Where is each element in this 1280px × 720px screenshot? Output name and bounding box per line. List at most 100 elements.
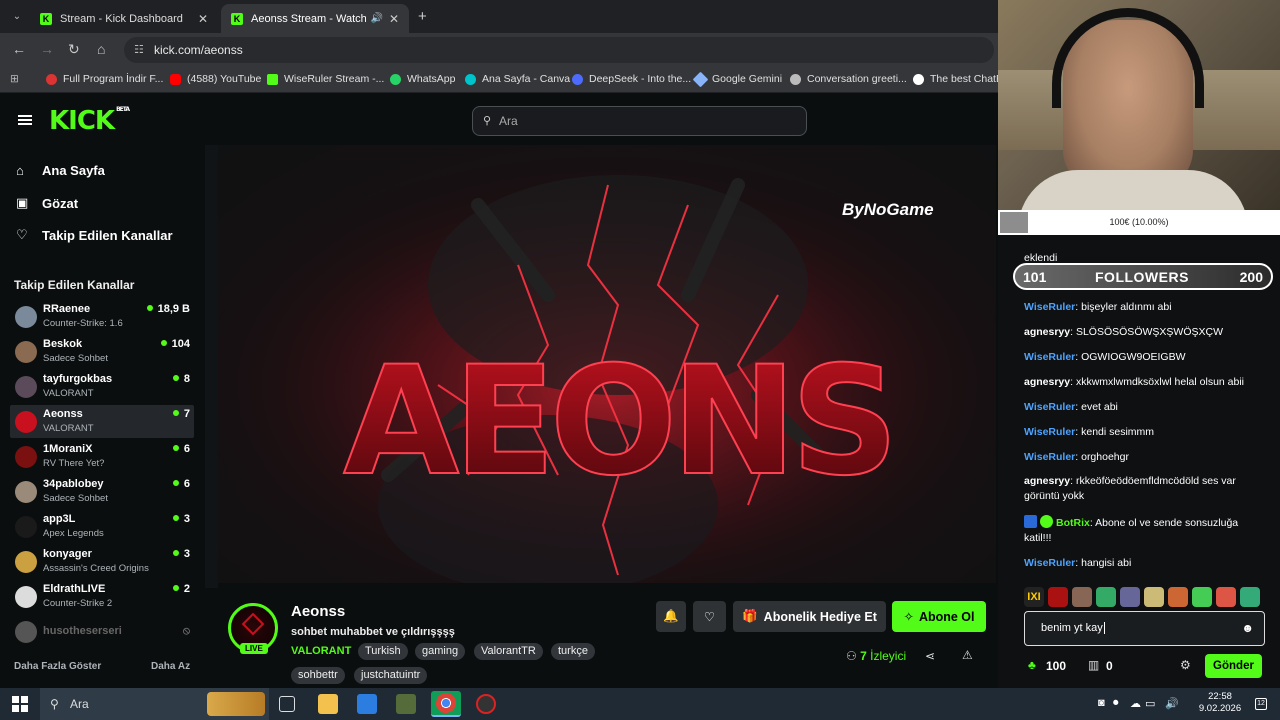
bookmark-item[interactable]: WiseRuler Stream -... [267, 73, 384, 85]
back-icon[interactable]: ← [12, 41, 26, 57]
url-bar[interactable]: ☷ kick.com/aeonss [124, 37, 994, 63]
emoji-icon[interactable]: ☻ [1241, 612, 1254, 645]
task-view-icon[interactable] [279, 696, 295, 712]
emote-icon[interactable] [1048, 587, 1068, 607]
emote-icon[interactable] [1240, 587, 1260, 607]
tab-aeonss-stream[interactable]: K Aeonss Stream - Watch Live 🔊 ✕ [221, 4, 409, 33]
follow-button[interactable]: ♡ [693, 601, 726, 632]
channel-item[interactable]: husotheserseri ⦸ [10, 615, 194, 648]
chat-username[interactable]: WiseRuler [1024, 557, 1075, 569]
forward-icon[interactable]: → [40, 41, 54, 57]
apps-icon[interactable]: ⊞ [10, 73, 19, 85]
chat-message-input[interactable]: benim yt kay ☻ [1024, 611, 1265, 646]
emote-icon[interactable]: IXI [1024, 587, 1044, 607]
chat-username[interactable]: WiseRuler [1024, 401, 1075, 413]
channel-item[interactable]: tayfurgokbas VALORANT 8 [10, 370, 194, 403]
bookmark-item[interactable]: Conversation greeti... [790, 73, 907, 85]
speaker-icon[interactable]: 🔊 [370, 13, 382, 24]
gift-subscription-button[interactable]: 🎁 Abonelik Hediye Et [733, 601, 886, 632]
channel-item[interactable]: Aeonss VALORANT 7 [10, 405, 194, 438]
emote-icon[interactable] [1168, 587, 1188, 607]
live-dot-icon [146, 305, 153, 311]
subscribe-button[interactable]: ✧ Abone Ol [892, 601, 986, 632]
report-icon[interactable]: ⚠ [962, 648, 973, 662]
bookmark-item[interactable]: WhatsApp [390, 73, 455, 85]
chat-username[interactable]: WiseRuler [1024, 451, 1075, 463]
channel-viewers: 18,9 B [146, 303, 190, 315]
live-dot-icon [172, 585, 179, 591]
drops-icon[interactable]: ▥ [1088, 658, 1099, 672]
tag-chip[interactable]: Turkish [358, 643, 408, 660]
channel-item[interactable]: 34pablobey Sadece Sohbet 6 [10, 475, 194, 508]
settings-gear-icon[interactable]: ⚙ [1180, 658, 1191, 672]
channel-item[interactable]: app3L Apex Legends 3 [10, 510, 194, 543]
tab-kick-dashboard[interactable]: K Stream - Kick Dashboard ✕ [30, 4, 218, 33]
tag-chip[interactable]: turkçe [551, 643, 595, 660]
share-icon[interactable]: ⋖ [925, 649, 935, 663]
nav-browse[interactable]: ▣ Gözat [16, 195, 78, 211]
close-tab-icon[interactable]: ✕ [198, 12, 208, 26]
chat-username[interactable]: agnesryy [1024, 376, 1070, 388]
site-info-icon[interactable]: ☷ [134, 37, 144, 63]
emote-icon[interactable] [1096, 587, 1116, 607]
channel-item[interactable]: EldrathLIVE Counter-Strike 2 2 [10, 580, 194, 613]
show-less-link[interactable]: Daha Az [151, 661, 190, 672]
channel-item[interactable]: Beskok Sadece Sohbet 104 [10, 335, 194, 368]
send-button[interactable]: Gönder [1205, 654, 1262, 678]
windows-start-icon[interactable] [12, 696, 28, 712]
tab-search-button[interactable]: ⌄ [8, 8, 26, 26]
notification-center-icon[interactable]: 12 [1255, 698, 1267, 710]
chat-username[interactable]: WiseRuler [1024, 351, 1075, 363]
onedrive-icon[interactable]: ☁ [1130, 697, 1141, 710]
tag-chip[interactable]: justchatuintr [354, 667, 428, 684]
search-input[interactable]: ⚲ Ara [472, 106, 807, 136]
volume-icon[interactable]: 🔊 [1165, 697, 1179, 710]
tag-chip[interactable]: gaming [415, 643, 466, 660]
chat-username[interactable]: WiseRuler [1024, 301, 1075, 313]
bookmark-item[interactable]: (4588) YouTube [170, 73, 261, 85]
streamer-name[interactable]: Aeonss [291, 603, 345, 620]
reload-icon[interactable]: ↻ [68, 41, 80, 58]
emote-icon[interactable] [1144, 587, 1164, 607]
emote-icon[interactable] [1072, 587, 1092, 607]
chrome-icon[interactable] [431, 691, 461, 717]
new-tab-button[interactable]: + [418, 8, 427, 25]
network-icon[interactable]: ▭ [1145, 697, 1155, 710]
clock[interactable]: 22:58 9.02.2026 [1195, 691, 1245, 715]
chat-username[interactable]: BotRix [1056, 517, 1090, 529]
bookmark-item[interactable]: Full Program İndir F... [46, 73, 163, 85]
app-icon[interactable] [396, 694, 416, 714]
close-tab-icon[interactable]: ✕ [389, 12, 399, 26]
emote-icon[interactable] [1120, 587, 1140, 607]
stream-category[interactable]: VALORANT [291, 645, 351, 657]
microphone-icon[interactable]: ⏺ [1113, 697, 1119, 710]
chat-username[interactable]: WiseRuler [1024, 426, 1075, 438]
emote-icon[interactable] [1192, 587, 1212, 607]
channel-name: Aeonss [43, 408, 83, 420]
points-icon[interactable]: ♣ [1028, 658, 1036, 672]
emote-icon[interactable] [1216, 587, 1236, 607]
tag-chip[interactable]: ValorantTR [474, 643, 543, 660]
bookmark-item[interactable]: The best ChatBo [913, 73, 998, 85]
taskbar-search[interactable]: ⚲ Ara [40, 688, 269, 720]
show-more-link[interactable]: Daha Fazla Göster [14, 661, 101, 672]
obs-icon[interactable] [476, 694, 496, 714]
channel-item[interactable]: konyager Assassin's Creed Origins 3 [10, 545, 194, 578]
bookmark-item[interactable]: Google Gemini [692, 71, 782, 87]
chat-username[interactable]: agnesryy [1024, 326, 1070, 338]
bookmark-item[interactable]: DeepSeek - Into the... [572, 73, 691, 85]
bookmark-item[interactable]: Ana Sayfa - Canva [465, 73, 570, 85]
nav-following[interactable]: ♡ Takip Edilen Kanallar [16, 227, 173, 243]
home-icon[interactable]: ⌂ [97, 41, 105, 57]
nav-home[interactable]: ⌂ Ana Sayfa [16, 163, 105, 178]
notification-bell-button[interactable]: 🔔 [656, 601, 686, 632]
camera-icon[interactable]: ◙ [1098, 697, 1105, 709]
channel-item[interactable]: RRaenee Counter-Strike: 1.6 18,9 B [10, 300, 194, 333]
kick-logo[interactable]: KICK BETA [49, 106, 130, 136]
tag-chip[interactable]: sohbettr [291, 667, 345, 684]
file-explorer-icon[interactable] [318, 694, 338, 714]
store-icon[interactable] [357, 694, 377, 714]
channel-item[interactable]: 1MoraniX RV There Yet? 6 [10, 440, 194, 473]
chat-username[interactable]: agnesryy [1024, 475, 1070, 487]
hamburger-menu-icon[interactable] [18, 115, 32, 125]
